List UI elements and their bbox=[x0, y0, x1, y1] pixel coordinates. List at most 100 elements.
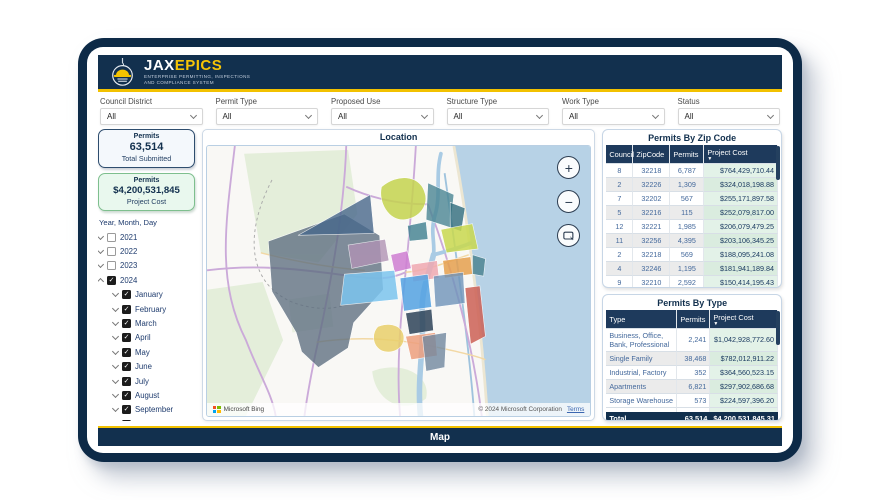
lasso-select-button[interactable] bbox=[557, 224, 580, 247]
table-row[interactable]: 532216115$252,079,817.00 bbox=[606, 206, 778, 220]
table-row[interactable]: 8322186,787$764,429,710.44 bbox=[606, 164, 778, 178]
chevron-down-icon[interactable] bbox=[98, 261, 104, 268]
table-row[interactable]: 4322461,195$181,941,189.84 bbox=[606, 262, 778, 276]
tab-map[interactable]: Map bbox=[430, 432, 450, 443]
filter-dropdown[interactable]: All bbox=[100, 108, 203, 125]
cell: $181,941,189.84 bbox=[704, 262, 778, 276]
chevron-down-icon[interactable] bbox=[112, 319, 119, 326]
cell: 8 bbox=[606, 164, 633, 178]
tree-item-october[interactable]: ✓October bbox=[98, 417, 195, 421]
chevron-down-icon[interactable] bbox=[112, 290, 119, 297]
chevron-down-icon[interactable] bbox=[112, 391, 119, 398]
logo-text-jax: JAX bbox=[144, 57, 175, 74]
chevron-down-icon[interactable] bbox=[112, 362, 119, 369]
filter-label: Council District bbox=[100, 97, 203, 106]
tree-item-september[interactable]: ✓September bbox=[98, 403, 195, 417]
cell: 352 bbox=[677, 366, 710, 380]
tree-item-2024[interactable]: ✓2024 bbox=[98, 273, 195, 287]
column-header-project-cost[interactable]: Project Cost▼ bbox=[704, 145, 778, 164]
table-row[interactable]: 232218569$188,095,241.08 bbox=[606, 248, 778, 262]
checkbox[interactable]: ✓ bbox=[122, 319, 131, 328]
checkbox[interactable]: ✓ bbox=[122, 405, 131, 414]
table-row[interactable]: Business, Office, Bank, Professional2,24… bbox=[606, 329, 778, 352]
chevron-up-icon[interactable] bbox=[98, 278, 104, 285]
table-row[interactable]: Industrial, Factory352$364,560,523.15 bbox=[606, 366, 778, 380]
checkbox[interactable]: ✓ bbox=[122, 420, 131, 421]
tree-item-january[interactable]: ✓January bbox=[98, 288, 195, 302]
filter-dropdown[interactable]: All bbox=[678, 108, 781, 125]
table-row[interactable]: 11322564,395$203,106,345.25 bbox=[606, 234, 778, 248]
table-total-row: Total63,514$4,200,531,845.31 bbox=[606, 412, 778, 422]
tree-item-february[interactable]: ✓February bbox=[98, 302, 195, 316]
type-table-scrollbar[interactable] bbox=[776, 311, 780, 345]
tree-item-july[interactable]: ✓July bbox=[98, 374, 195, 388]
column-header-permits[interactable]: Permits bbox=[677, 310, 710, 329]
checkbox[interactable]: ✓ bbox=[122, 305, 131, 314]
map-visualization[interactable] bbox=[207, 146, 590, 416]
sort-descending-icon: ▼ bbox=[707, 157, 747, 161]
map-panel-column: Location bbox=[202, 129, 595, 421]
chevron-down-icon bbox=[305, 112, 312, 119]
table-row[interactable]: 732202567$255,171,897.58 bbox=[606, 192, 778, 206]
type-table-title: Permits By Type bbox=[603, 295, 781, 310]
checkbox[interactable] bbox=[107, 247, 116, 256]
table-row[interactable]: Single Family38,468$782,012,911.22 bbox=[606, 352, 778, 366]
tree-item-label: May bbox=[135, 348, 150, 357]
tree-item-label: March bbox=[135, 319, 157, 328]
zoom-in-button[interactable]: + bbox=[557, 156, 580, 179]
tree-item-april[interactable]: ✓April bbox=[98, 331, 195, 345]
cell: 32218 bbox=[633, 248, 670, 262]
table-row[interactable]: 9322102,592$150,414,195.43 bbox=[606, 276, 778, 289]
cell: $224,597,396.20 bbox=[710, 394, 778, 408]
cell: $150,414,195.43 bbox=[704, 276, 778, 289]
checkbox[interactable]: ✓ bbox=[107, 276, 116, 285]
chevron-down-icon[interactable] bbox=[112, 348, 119, 355]
column-header-project-cost[interactable]: Project Cost▼ bbox=[710, 310, 778, 329]
chevron-down-icon[interactable] bbox=[98, 233, 104, 240]
table-header-row: TypePermitsProject Cost▼ bbox=[606, 310, 778, 329]
zip-table-scrollbar[interactable] bbox=[776, 146, 780, 180]
table-row[interactable]: Storage Warehouse573$224,597,396.20 bbox=[606, 394, 778, 408]
chevron-down-icon[interactable] bbox=[112, 420, 119, 421]
table-row[interactable]: 2322261,309$324,018,198.88 bbox=[606, 178, 778, 192]
tree-item-june[interactable]: ✓June bbox=[98, 360, 195, 374]
total-cell: $4,200,531,845.31 bbox=[710, 412, 778, 422]
right-column: Permits By Zip Code CouncilZipCodePermit… bbox=[602, 129, 782, 421]
tree-item-2023[interactable]: 2023 bbox=[98, 259, 195, 273]
filter-dropdown[interactable]: All bbox=[331, 108, 434, 125]
chevron-down-icon[interactable] bbox=[112, 377, 119, 384]
map-canvas[interactable]: + − bbox=[206, 145, 591, 417]
filter-dropdown[interactable]: All bbox=[447, 108, 550, 125]
chevron-down-icon[interactable] bbox=[98, 247, 104, 254]
filter-dropdown[interactable]: All bbox=[562, 108, 665, 125]
tree-item-august[interactable]: ✓August bbox=[98, 388, 195, 402]
chevron-down-icon[interactable] bbox=[112, 305, 119, 312]
checkbox[interactable]: ✓ bbox=[122, 391, 131, 400]
map-terms-link[interactable]: Terms bbox=[567, 406, 584, 413]
column-header-zipcode[interactable]: ZipCode bbox=[633, 145, 670, 164]
column-header-permits[interactable]: Permits bbox=[670, 145, 704, 164]
filter-dropdown[interactable]: All bbox=[216, 108, 319, 125]
checkbox[interactable]: ✓ bbox=[122, 348, 131, 357]
checkbox[interactable]: ✓ bbox=[122, 290, 131, 299]
table-row[interactable]: Apartments6,821$297,902,686.68 bbox=[606, 380, 778, 394]
tree-item-may[interactable]: ✓ May bbox=[98, 345, 195, 359]
app-header: JAXEPICS ENTERPRISE PERMITTING, INSPECTI… bbox=[98, 55, 782, 92]
tree-item-2022[interactable]: 2022 bbox=[98, 244, 195, 258]
checkbox[interactable] bbox=[107, 233, 116, 242]
checkbox[interactable]: ✓ bbox=[122, 377, 131, 386]
checkbox[interactable]: ✓ bbox=[122, 333, 131, 342]
chevron-down-icon[interactable] bbox=[112, 405, 119, 412]
table-row[interactable]: 12322211,985$206,079,479.25 bbox=[606, 220, 778, 234]
column-header-council[interactable]: Council bbox=[606, 145, 633, 164]
chevron-down-icon[interactable] bbox=[112, 333, 119, 340]
tree-item-label: 2022 bbox=[120, 247, 137, 256]
cell: 2,592 bbox=[670, 276, 704, 289]
tree-item-2021[interactable]: 2021 bbox=[98, 230, 195, 244]
checkbox[interactable]: ✓ bbox=[122, 362, 131, 371]
column-header-type[interactable]: Type bbox=[606, 310, 677, 329]
tree-item-march[interactable]: ✓ March bbox=[98, 316, 195, 330]
checkbox[interactable] bbox=[107, 261, 116, 270]
zoom-out-button[interactable]: − bbox=[557, 190, 580, 213]
filter-value: All bbox=[107, 112, 116, 121]
